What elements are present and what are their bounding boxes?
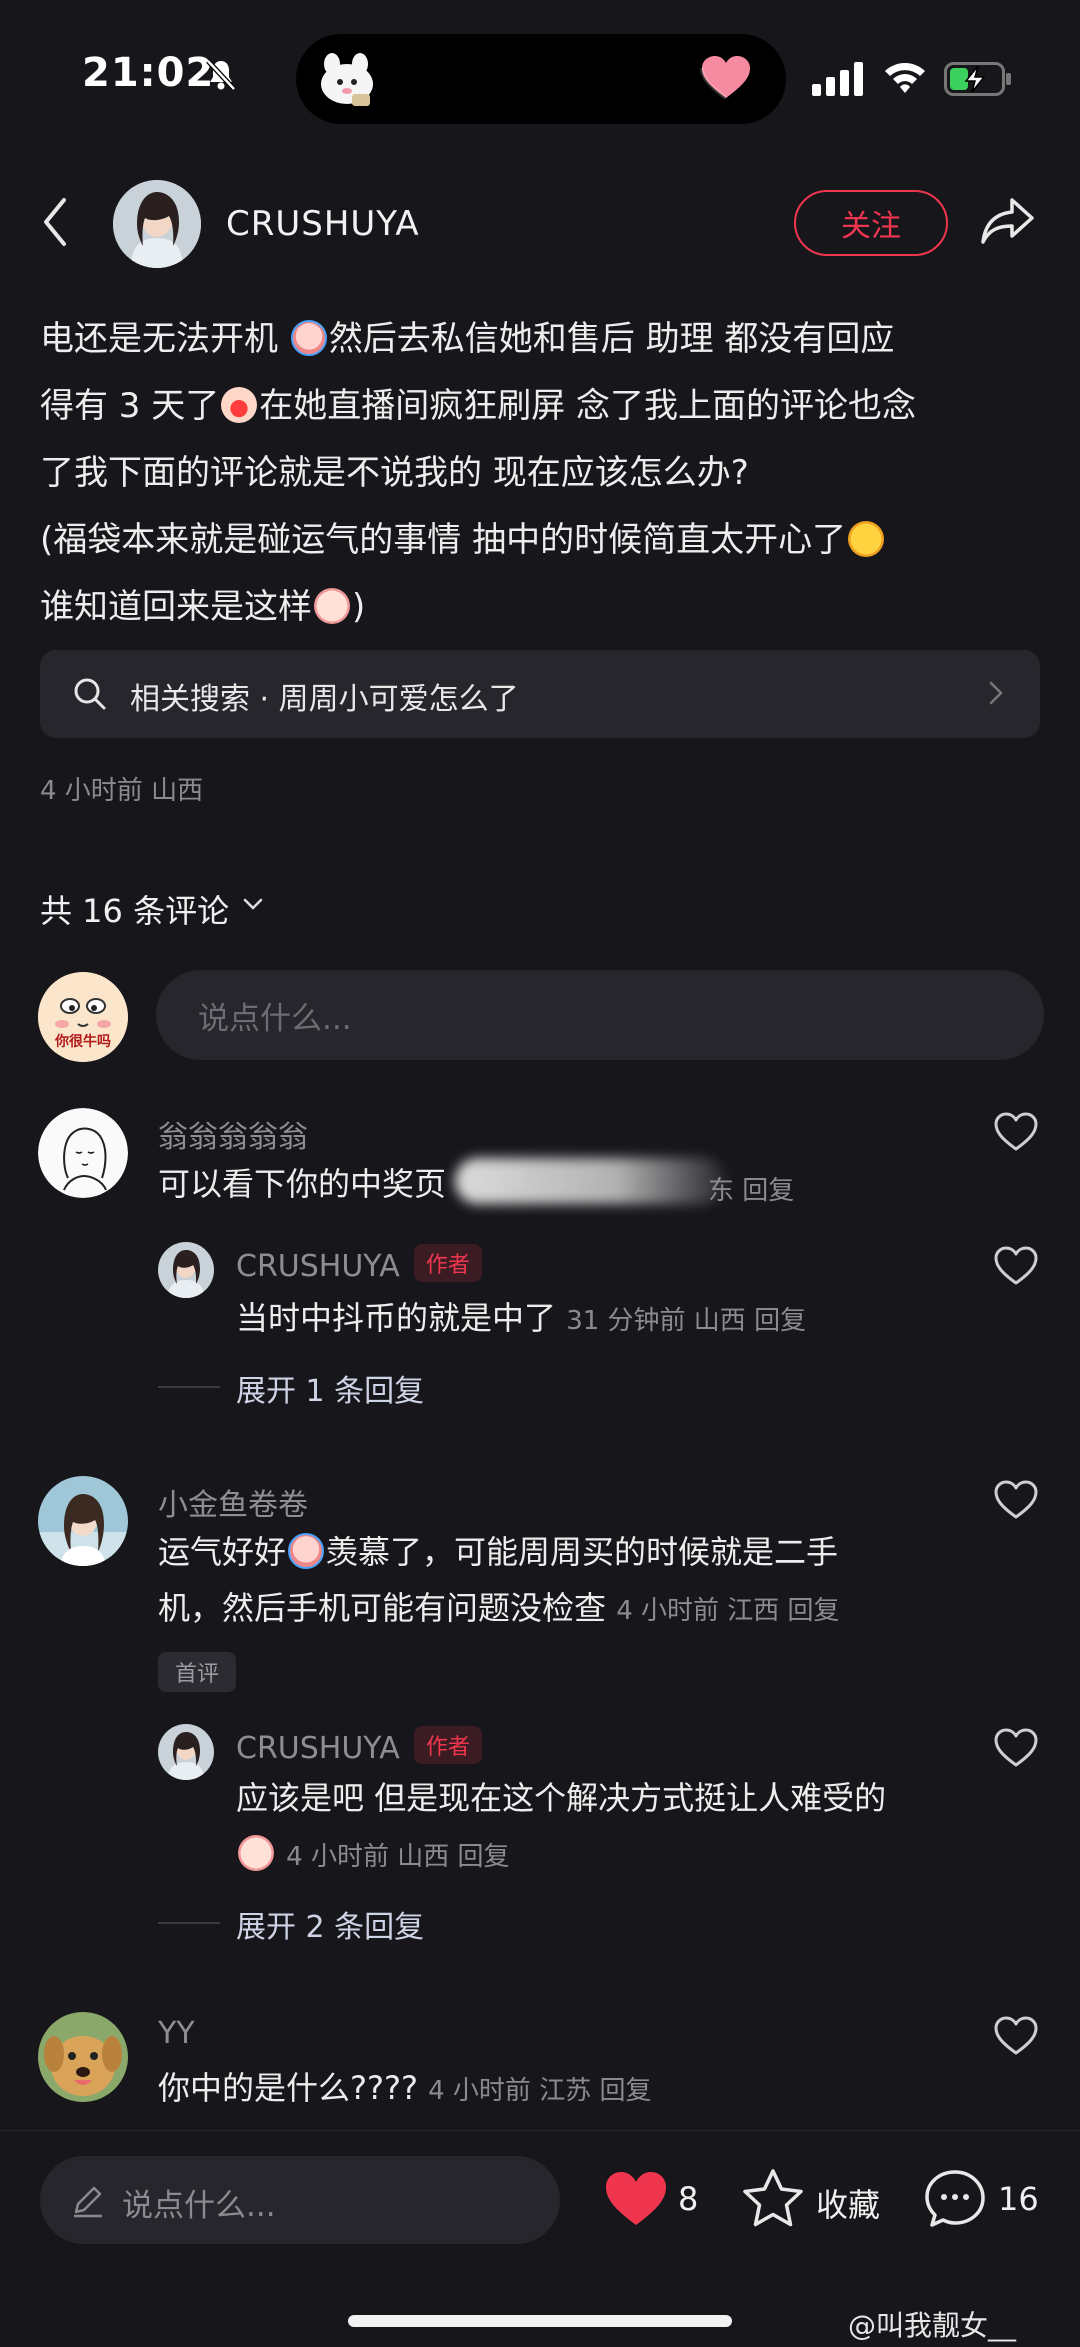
home-indicator[interactable] (348, 2315, 732, 2327)
crying-emoji-icon (290, 320, 327, 356)
comment-input[interactable]: 说点什么... (156, 970, 1044, 1060)
weibo-watermark: @叫我靓女__ (848, 2309, 1017, 2342)
search-icon (72, 676, 108, 716)
post-text: 得有 3 天了 (40, 386, 220, 426)
comment-bubble-icon[interactable] (924, 2168, 986, 2232)
divider (158, 1922, 220, 1924)
svg-text:你很牛吗: 你很牛吗 (54, 1033, 111, 1050)
comment-meta[interactable]: 4 小时前 江西 回复 (616, 1596, 839, 1626)
screaming-emoji-icon (221, 387, 258, 423)
reply-author-avatar[interactable] (158, 1724, 214, 1780)
post-body: 电还是无法开机 然后去私信她和售后 助理 都没有回应 得有 3 天了 在她直播间疯… (40, 306, 1050, 641)
expand-replies-button[interactable]: 展开 2 条回复 (236, 1902, 424, 1946)
like-count: 8 (678, 2180, 699, 2218)
related-search-text[interactable]: 相关搜索 · 周周小可爱怎么了 (130, 674, 519, 718)
comment-text-part: 运气好好 (158, 1533, 287, 1571)
chevron-right-icon (988, 680, 1004, 710)
favorite-label[interactable]: 收藏 (816, 2180, 880, 2226)
bottom-input-placeholder[interactable]: 说点什么... (122, 2180, 276, 2225)
bottom-comment-input[interactable] (40, 2156, 560, 2244)
star-favorite-icon[interactable] (742, 2168, 804, 2232)
like-heart-filled-icon[interactable] (604, 2170, 668, 2232)
comment-text-part: 羡慕了，可能周周买的时候就是二手 (326, 1533, 839, 1571)
cellular-signal-icon (812, 62, 866, 100)
reply-text-content: 当时中抖币的就是中了 (236, 1299, 557, 1337)
comment-text: 机，然后手机可能有问题没检查 4 小时前 江西 回复 (158, 1580, 840, 1639)
comment-meta[interactable]: 东 回复 (708, 1170, 794, 1207)
reply-text: 当时中抖币的就是中了 31 分钟前 山西 回复 (236, 1290, 806, 1349)
author-avatar[interactable] (113, 180, 201, 268)
comment-meta[interactable]: 4 小时前 江苏 回复 (428, 2076, 651, 2106)
post-text: 了我下面的评论就是不说我的 现在应该怎么办? (40, 453, 749, 493)
post-text: 在她直播间疯狂刷屏 念了我上面的评论也念 (259, 386, 917, 426)
commenter-avatar[interactable] (38, 2012, 128, 2102)
pen-icon (70, 2182, 106, 2222)
reply-author-name[interactable]: CRUSHUYA 作者 (236, 1244, 482, 1284)
commenter-avatar[interactable] (38, 1108, 128, 1198)
commenter-name[interactable]: 翁翁翁翁翁 (158, 1112, 308, 1156)
post-text: 谁知道回来是这样 (40, 587, 312, 627)
author-tag: 作者 (413, 1726, 482, 1764)
follow-button[interactable]: 关注 (794, 190, 948, 256)
like-heart-icon[interactable] (994, 1112, 1038, 1156)
reply-meta[interactable]: 31 分钟前 山西 回复 (566, 1306, 806, 1336)
commenter-avatar[interactable] (38, 1476, 128, 1566)
like-heart-icon[interactable] (994, 2016, 1038, 2060)
author-tag: 作者 (413, 1244, 482, 1282)
wifi-icon (882, 58, 928, 100)
commenter-name[interactable]: YY (158, 2016, 195, 2051)
sad-emoji-icon (314, 588, 350, 624)
post-text: (福袋本来就是碰运气的事情 抽中的时候简直太开心了 (40, 520, 847, 560)
first-comment-badge: 首评 (158, 1652, 236, 1692)
reply-author-avatar[interactable] (158, 1242, 214, 1298)
party-emoji-icon (848, 521, 885, 557)
my-avatar: 你很牛吗 (38, 972, 128, 1062)
back-icon[interactable] (40, 196, 70, 252)
comment-count-label[interactable]: 共 16 条评论 (40, 886, 229, 932)
reply-author-name-text[interactable]: CRUSHUYA (236, 1249, 400, 1284)
reply-text: 应该是吧 但是现在这个解决方式挺让人难受的 (236, 1779, 887, 1817)
sad-emoji-icon (238, 1835, 274, 1871)
post-text: ) (352, 587, 366, 627)
post-text: 电还是无法开机 (40, 319, 278, 359)
reply-meta-line: 4 小时前 山西 回复 (236, 1826, 510, 1885)
heart-activity-icon (700, 54, 752, 104)
bell-muted-icon (205, 58, 237, 96)
like-heart-icon[interactable] (994, 1246, 1038, 1290)
post-text: 然后去私信她和售后 助理 都没有回应 (328, 319, 895, 359)
chevron-down-icon[interactable] (243, 896, 263, 915)
redacted-region (455, 1158, 725, 1204)
reply-meta[interactable]: 4 小时前 山西 回复 (286, 1842, 509, 1872)
comment-text-content: 你中的是什么???? (158, 2069, 418, 2107)
post-time-location: 4 小时前 山西 (40, 776, 204, 806)
expand-replies-button[interactable]: 展开 1 条回复 (236, 1366, 424, 1410)
divider (158, 1386, 220, 1388)
status-time: 21:02 (82, 50, 215, 96)
comment-text: 运气好好 羡慕了，可能周周买的时候就是二手 (158, 1524, 838, 1580)
comment-text: 可以看下你的中奖页 (158, 1165, 447, 1203)
battery-charging-icon (944, 62, 1014, 100)
comment-text-part: 机，然后手机可能有问题没检查 (158, 1589, 607, 1627)
commenter-name[interactable]: 小金鱼卷卷 (158, 1480, 308, 1524)
reply-author-name[interactable]: CRUSHUYA 作者 (236, 1726, 482, 1766)
comment-text: 你中的是什么???? 4 小时前 江苏 回复 (158, 2060, 651, 2119)
like-heart-icon[interactable] (994, 1728, 1038, 1772)
crying-emoji-icon (288, 1533, 325, 1569)
comment-total-count[interactable]: 16 (998, 2180, 1039, 2218)
pet-sticker-icon (312, 48, 382, 110)
like-heart-icon[interactable] (994, 1480, 1038, 1524)
author-username[interactable]: CRUSHUYA (226, 204, 420, 244)
reply-author-name-text[interactable]: CRUSHUYA (236, 1731, 400, 1766)
share-icon[interactable] (980, 196, 1036, 250)
